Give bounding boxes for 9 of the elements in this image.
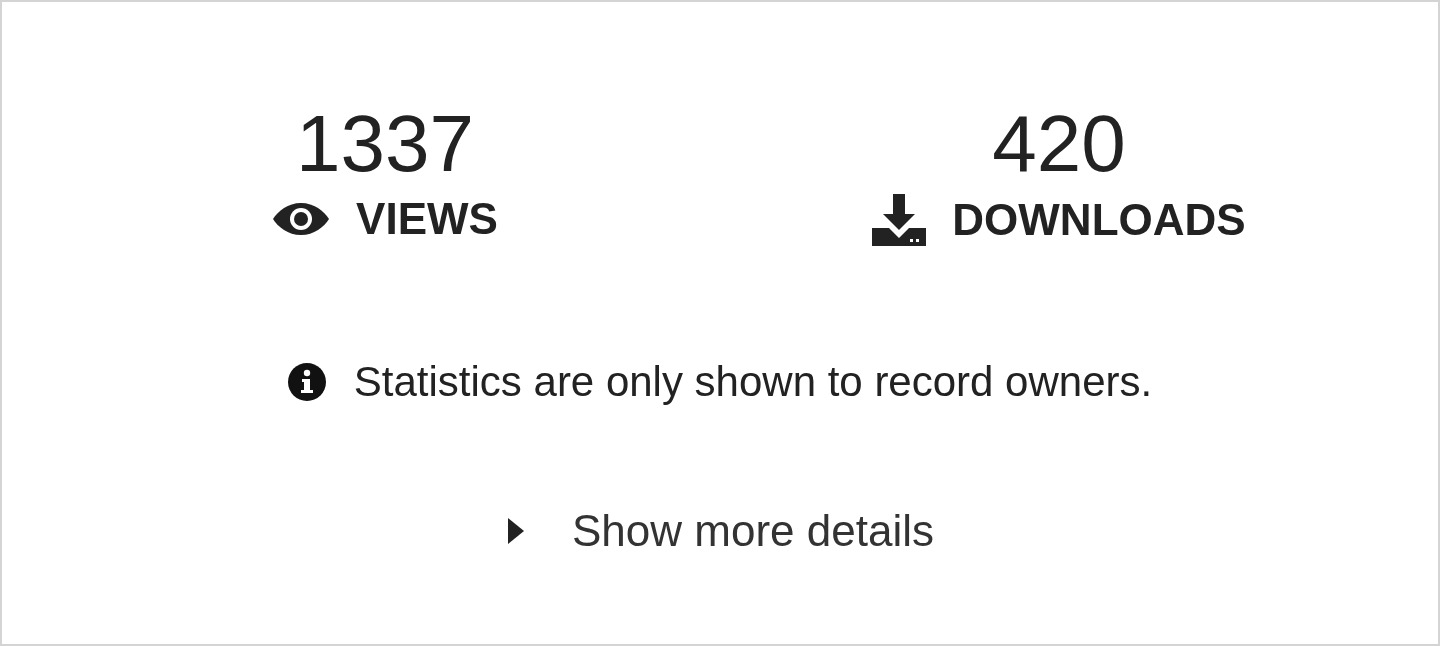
show-more-details-toggle[interactable]: Show more details: [506, 506, 934, 556]
info-icon: [287, 363, 326, 401]
stat-label: VIEWS: [356, 194, 498, 244]
eye-icon: [272, 201, 331, 237]
notice-text: Statistics are only shown to record owners.: [353, 358, 1153, 406]
stat-value: 420: [992, 102, 1126, 186]
stat-label: DOWNLOADS: [952, 195, 1246, 245]
stat-value: 1337: [296, 102, 474, 186]
download-icon: [872, 194, 927, 246]
